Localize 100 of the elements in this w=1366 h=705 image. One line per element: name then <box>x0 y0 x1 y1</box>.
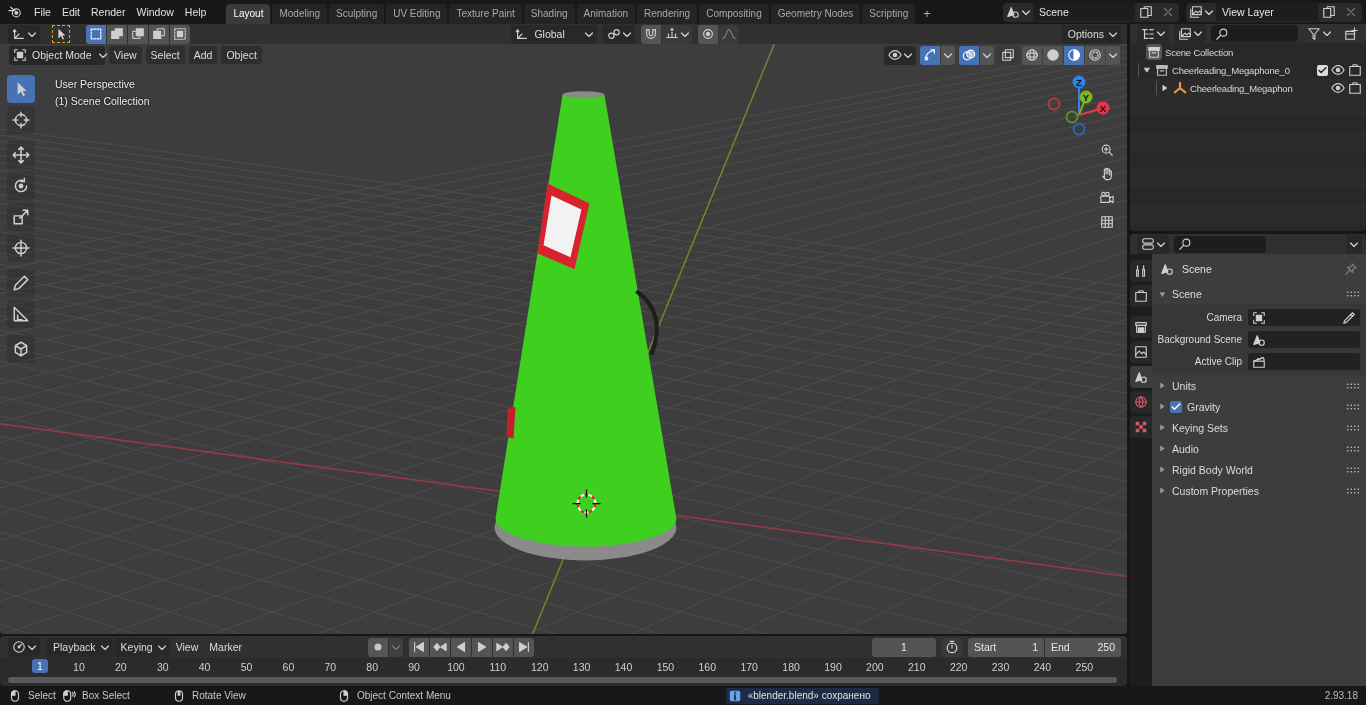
include-checkbox[interactable] <box>1317 64 1328 76</box>
selection-mode-button[interactable] <box>170 24 190 44</box>
workspace-tab[interactable]: Geometry Nodes <box>770 4 861 24</box>
negative-axis-handle[interactable] <box>1065 110 1079 124</box>
tool-button[interactable] <box>7 234 35 262</box>
workspace-tab[interactable]: UV Editing <box>386 4 448 24</box>
visibility-toggle[interactable] <box>1331 63 1345 77</box>
workspace-tab[interactable]: Scripting <box>862 4 916 24</box>
timeline-menu-dropdown[interactable]: Playback <box>46 637 113 657</box>
properties-tab[interactable] <box>1130 341 1152 363</box>
tool-button[interactable] <box>7 335 35 363</box>
visibility-toggle[interactable] <box>1331 81 1345 95</box>
scene-selector[interactable]: Scene <box>1003 2 1179 22</box>
checkbox[interactable] <box>1170 400 1182 413</box>
header-menu[interactable]: Add <box>188 46 218 64</box>
select-tool-button[interactable] <box>52 25 70 43</box>
playhead-frame-badge[interactable]: 1 <box>32 659 48 674</box>
panel-toggle[interactable] <box>1158 289 1167 299</box>
header-menu[interactable]: Select <box>145 46 185 64</box>
subpanel-title[interactable]: Rigid Body World <box>1172 463 1253 476</box>
subpanel-title[interactable]: Units <box>1172 379 1196 392</box>
subpanel-toggle[interactable] <box>1158 381 1167 390</box>
selection-mode-button[interactable] <box>128 24 148 44</box>
start-frame-field[interactable]: Start 1 <box>968 637 1044 657</box>
previous-keyframe-button[interactable] <box>429 637 450 657</box>
workspace-tab[interactable]: Compositing <box>699 4 769 24</box>
editor-type-dropdown[interactable] <box>8 637 40 657</box>
tool-button[interactable] <box>7 269 35 297</box>
timeline-scrollbar[interactable] <box>8 677 1117 684</box>
scene-name-field[interactable]: Scene <box>1033 3 1135 21</box>
editor-type-dropdown[interactable] <box>8 24 40 44</box>
options-dropdown[interactable]: Options <box>1060 24 1121 44</box>
properties-tab[interactable] <box>1130 260 1152 282</box>
scene-field[interactable] <box>1248 331 1360 348</box>
view-layer-selector[interactable]: View Layer <box>1186 2 1362 22</box>
header-menu[interactable]: View <box>109 46 142 64</box>
properties-tab[interactable] <box>1130 316 1152 338</box>
subpanel-title[interactable]: Gravity <box>1187 400 1221 413</box>
negative-axis-handle[interactable] <box>1047 97 1061 111</box>
clip-field[interactable] <box>1248 353 1360 370</box>
tool-button[interactable] <box>7 172 35 200</box>
menu-item[interactable]: Edit <box>56 3 85 21</box>
end-frame-field[interactable]: End 250 <box>1045 637 1121 657</box>
camera-field[interactable] <box>1248 309 1360 326</box>
header-menu[interactable]: Object <box>221 46 262 64</box>
workspace-tab[interactable]: Rendering <box>637 4 698 24</box>
workspace-tab[interactable]: Modeling <box>272 4 328 24</box>
tool-button[interactable] <box>7 75 35 103</box>
search-field[interactable] <box>1174 235 1266 253</box>
display-mode-dropdown[interactable] <box>1174 24 1206 43</box>
orientation-dropdown[interactable]: Global <box>511 24 598 44</box>
properties-tab[interactable] <box>1130 366 1152 388</box>
panel-title[interactable]: Scene <box>1172 288 1202 300</box>
snap-toggle[interactable] <box>641 24 662 44</box>
add-workspace-button[interactable]: + <box>917 4 937 24</box>
subpanel-toggle[interactable] <box>1158 444 1167 453</box>
selection-mode-button[interactable] <box>86 24 106 44</box>
workspace-tab[interactable]: Animation <box>576 4 635 24</box>
menu-item[interactable]: Help <box>179 3 212 21</box>
view-layer-name-field[interactable]: View Layer <box>1216 3 1318 21</box>
proportional-editing-toggle[interactable] <box>698 24 719 44</box>
play-button[interactable] <box>471 637 492 657</box>
subpanel-toggle[interactable] <box>1158 402 1167 411</box>
workspace-tab[interactable]: Shading <box>523 4 575 24</box>
negative-axis-handle[interactable] <box>1072 122 1086 136</box>
timeline-menu[interactable]: View <box>170 638 204 657</box>
selection-mode-button[interactable] <box>149 24 169 44</box>
3d-viewport[interactable]: Global Options Object Mode View Select Add Object User Perspective (1) Scene Collection Z Y X <box>0 24 1127 635</box>
tool-button[interactable] <box>7 106 35 134</box>
timeline-menu-dropdown[interactable]: Keying <box>113 637 170 657</box>
next-keyframe-button[interactable] <box>492 637 513 657</box>
search-field[interactable] <box>1211 25 1298 42</box>
tool-button[interactable] <box>7 300 35 328</box>
properties-tab[interactable] <box>1130 416 1152 438</box>
outliner-item-label[interactable]: Cheerleading_Megaphone_0 <box>1172 64 1290 76</box>
editor-type-dropdown[interactable] <box>1137 24 1169 43</box>
outliner-item-label[interactable]: Scene Collection <box>1165 46 1234 58</box>
subpanel-toggle[interactable] <box>1158 486 1167 495</box>
tool-button[interactable] <box>7 141 35 169</box>
workspace-tab[interactable]: Sculpting <box>329 4 385 24</box>
timeline-menu[interactable]: Marker <box>204 638 247 657</box>
subpanel-title[interactable]: Custom Properties <box>1172 484 1259 497</box>
subpanel-toggle[interactable] <box>1158 465 1167 474</box>
tool-button[interactable] <box>7 203 35 231</box>
editor-type-dropdown[interactable] <box>1137 234 1169 254</box>
auto-keying-toggle[interactable] <box>367 637 388 657</box>
axis-handle[interactable]: X <box>1078 101 1110 116</box>
workspace-tab[interactable]: Texture Paint <box>449 4 522 24</box>
subpanel-title[interactable]: Keying Sets <box>1172 421 1229 434</box>
menu-item[interactable]: Render <box>86 3 131 21</box>
current-frame-field[interactable]: 1 <box>872 637 936 657</box>
workspace-tab[interactable]: Layout <box>226 4 271 24</box>
jump-start-button[interactable] <box>408 637 429 657</box>
expand-toggle[interactable] <box>1142 65 1152 75</box>
options-dropdown[interactable] <box>1346 234 1362 254</box>
subpanel-toggle[interactable] <box>1158 423 1167 432</box>
pivot-dropdown[interactable] <box>603 24 636 44</box>
selection-mode-button[interactable] <box>107 24 127 44</box>
snap-target-dropdown[interactable] <box>662 24 693 44</box>
subpanel-title[interactable]: Audio <box>1172 442 1199 455</box>
